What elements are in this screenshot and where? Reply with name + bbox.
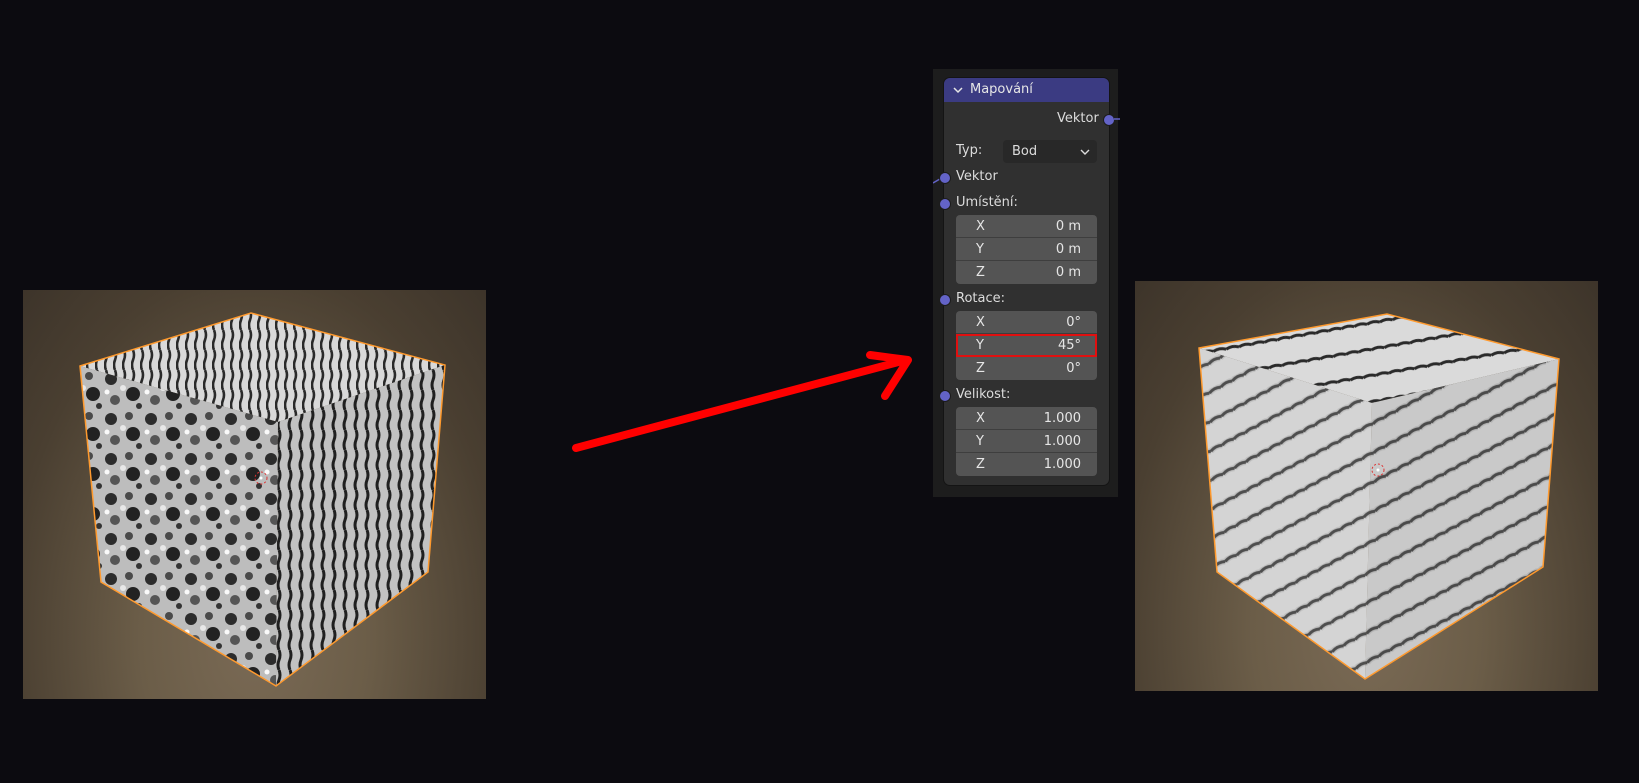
field-value: 1.000 xyxy=(1043,457,1081,472)
axis-label: X xyxy=(976,410,985,426)
rotation-socket[interactable] xyxy=(939,294,951,306)
rotation-y-field[interactable]: Y 45° xyxy=(956,334,1097,357)
field-value: 0 m xyxy=(1055,241,1081,257)
location-vector: X 0 m Y 0 m Z 0 m xyxy=(956,215,1097,284)
chevron-down-icon[interactable] xyxy=(952,84,964,96)
field-value: 1.000 xyxy=(1043,433,1081,449)
cube-before-render xyxy=(79,312,446,687)
field-value: 45° xyxy=(1057,337,1081,353)
output-link xyxy=(1114,118,1120,120)
field-value: 0° xyxy=(1066,314,1081,330)
scale-x-field[interactable]: X 1.000 xyxy=(956,407,1097,430)
type-dropdown[interactable]: Bod xyxy=(1003,140,1097,163)
viewport-before xyxy=(23,290,486,699)
output-vector-label: Vektor xyxy=(1057,111,1099,126)
cube-after-render xyxy=(1198,313,1560,680)
rotation-x-field[interactable]: X 0° xyxy=(956,311,1097,334)
scale-y-field[interactable]: Y 1.000 xyxy=(956,430,1097,453)
axis-label: Z xyxy=(976,361,985,376)
axis-label: X xyxy=(976,314,985,330)
chevron-down-icon xyxy=(1080,149,1090,155)
axis-label: Y xyxy=(976,433,984,449)
field-value: 0 m xyxy=(1055,265,1081,280)
location-z-field[interactable]: Z 0 m xyxy=(956,261,1097,284)
node-title: Mapování xyxy=(970,82,1033,97)
location-y-field[interactable]: Y 0 m xyxy=(956,238,1097,261)
location-label: Umístění: xyxy=(956,195,1018,210)
rotation-z-field[interactable]: Z 0° xyxy=(956,357,1097,380)
field-value: 0 m xyxy=(1055,218,1081,234)
rotation-label: Rotace: xyxy=(956,291,1005,306)
scale-vector: X 1.000 Y 1.000 Z 1.000 xyxy=(956,407,1097,476)
field-value: 1.000 xyxy=(1043,410,1081,426)
axis-label: X xyxy=(976,218,985,234)
node-header[interactable]: Mapování xyxy=(944,78,1109,102)
axis-label: Z xyxy=(976,457,985,472)
viewport-after xyxy=(1135,281,1598,691)
location-socket[interactable] xyxy=(939,198,951,210)
axis-label: Y xyxy=(976,337,984,353)
location-x-field[interactable]: X 0 m xyxy=(956,215,1097,238)
input-vector-socket[interactable] xyxy=(939,172,951,184)
scale-label: Velikost: xyxy=(956,387,1011,402)
scale-socket[interactable] xyxy=(939,390,951,402)
field-value: 0° xyxy=(1066,361,1081,376)
input-vector-label: Vektor xyxy=(956,169,998,184)
axis-label: Z xyxy=(976,265,985,280)
axis-label: Y xyxy=(976,241,984,257)
type-value: Bod xyxy=(1012,144,1038,159)
rotation-vector: X 0° Y 45° Z 0° xyxy=(956,311,1097,380)
scale-z-field[interactable]: Z 1.000 xyxy=(956,453,1097,476)
type-label: Typ: xyxy=(956,143,983,158)
